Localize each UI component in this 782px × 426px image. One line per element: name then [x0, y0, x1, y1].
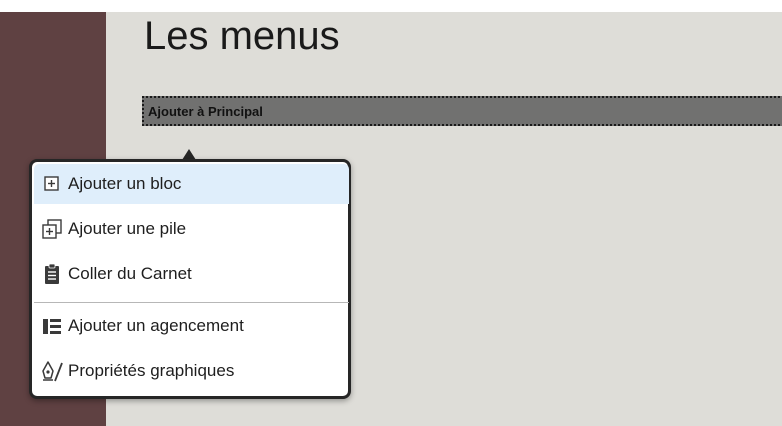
menu-item-label: Ajouter une pile: [68, 219, 187, 238]
editable-area-principal[interactable]: Ajouter à Principal: [142, 96, 782, 126]
menu-item-paste-clipboard[interactable]: Coller du Carnet: [34, 254, 349, 294]
menu-item-label: Ajouter un agencement: [68, 316, 244, 335]
layout-icon: [40, 314, 64, 338]
menu-item-add-block[interactable]: Ajouter un bloc: [34, 164, 349, 204]
clipboard-icon: [40, 262, 64, 286]
menu-divider: [34, 302, 349, 303]
area-context-menu: Ajouter un bloc Ajouter une pile Coller …: [29, 159, 351, 399]
menu-item-label: Propriétés graphiques: [68, 361, 235, 380]
area-label[interactable]: Ajouter à Principal: [148, 104, 263, 119]
design-pen-icon: [40, 359, 64, 383]
menu-item-add-stack[interactable]: Ajouter une pile: [34, 209, 349, 249]
add-stack-icon: [40, 217, 64, 241]
page-title: Les menus: [144, 14, 340, 58]
menu-item-label: Coller du Carnet: [68, 264, 192, 283]
menu-item-design-properties[interactable]: Propriétés graphiques: [34, 351, 349, 391]
menu-item-add-layout[interactable]: Ajouter un agencement: [34, 306, 349, 346]
menu-item-label: Ajouter un bloc: [68, 174, 182, 193]
add-block-icon: [40, 172, 64, 196]
